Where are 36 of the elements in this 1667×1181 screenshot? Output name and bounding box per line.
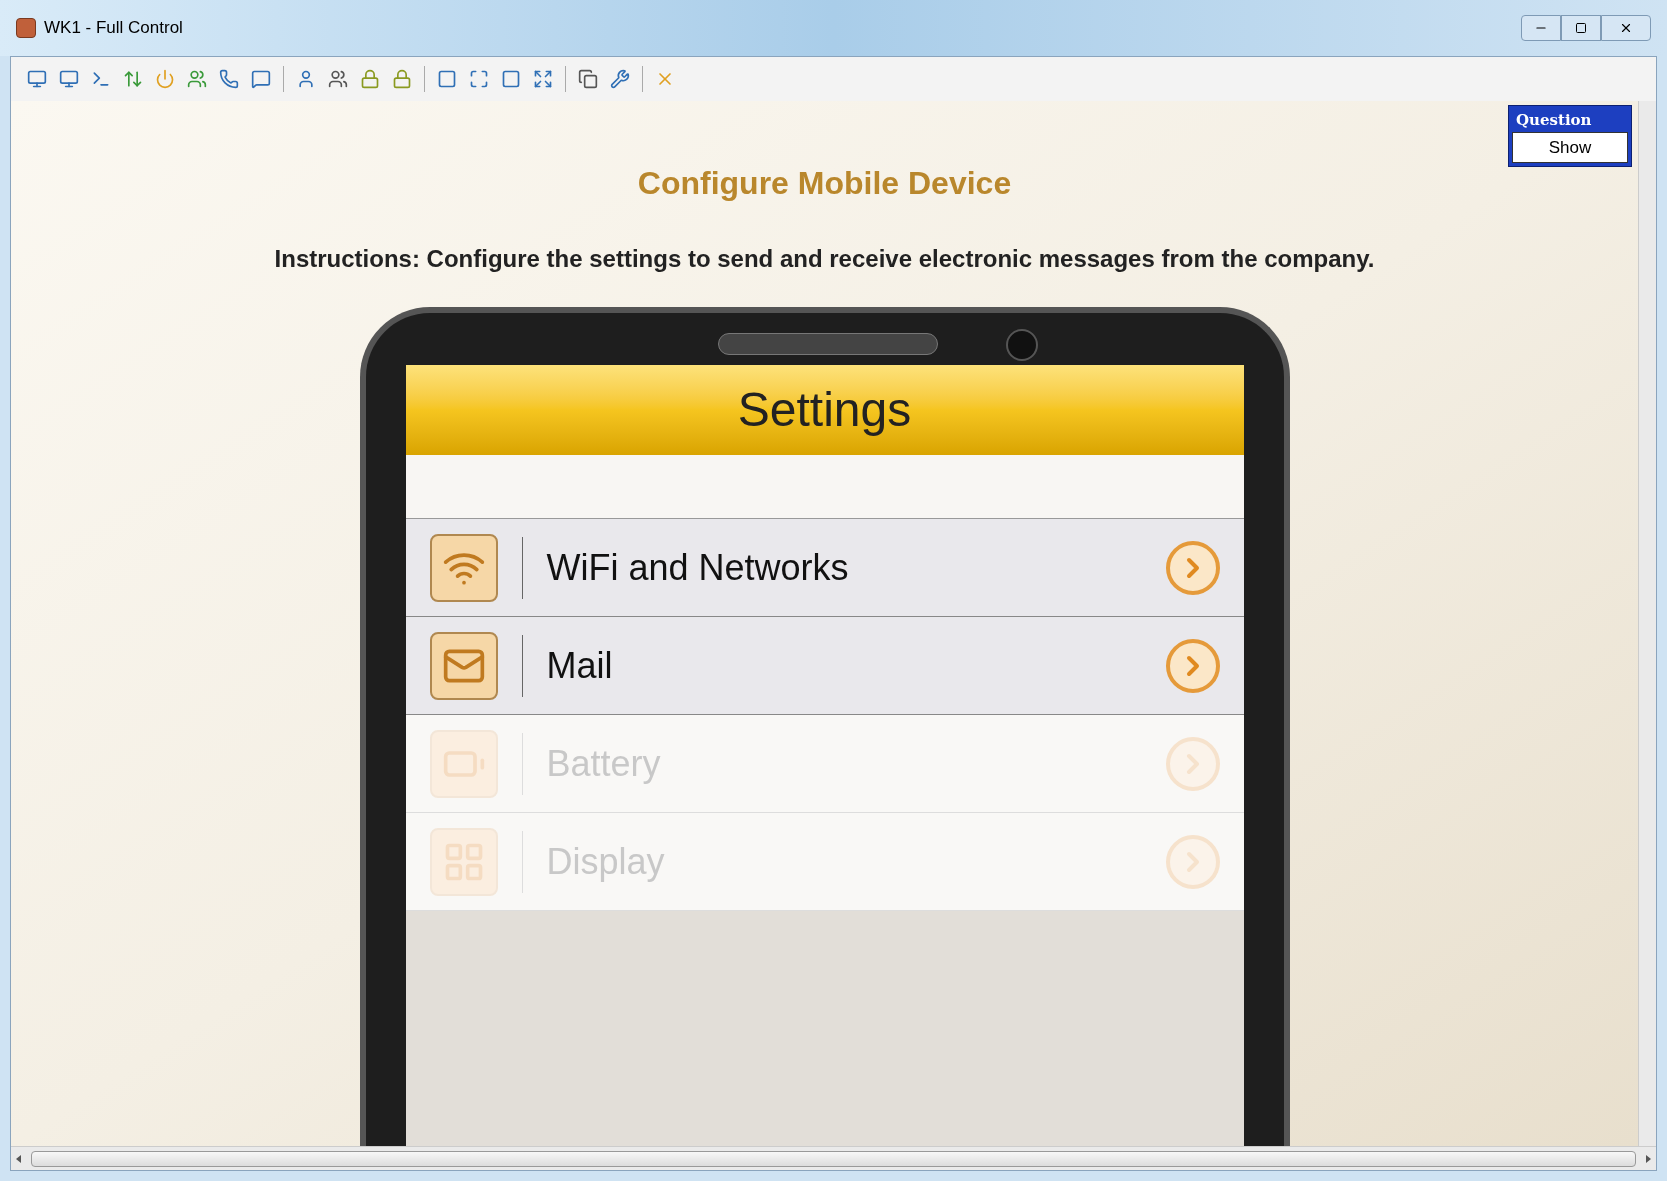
window-title: WK1 - Full Control [44, 17, 183, 40]
row-label: WiFi and Networks [546, 545, 850, 590]
left-arrow-icon [15, 1154, 23, 1163]
copy-icon [578, 69, 598, 89]
app-icon [16, 18, 36, 38]
row-label: Mail [546, 643, 614, 688]
maximize-icon [1575, 22, 1587, 34]
phone-icon [219, 69, 239, 89]
settings-row[interactable]: Mail [405, 617, 1244, 715]
tools-icon [610, 69, 630, 89]
monitor-icon [59, 69, 79, 89]
window-icon [501, 69, 521, 89]
page-title: Configure Mobile Device [637, 164, 1012, 203]
instructions-text: Instructions: Configure the settings to send and receive electronic messages from the company. [274, 244, 1375, 274]
settings-row[interactable]: WiFi and Networks [405, 519, 1244, 617]
expand-icon [533, 69, 553, 89]
show-button[interactable]: Show [1512, 131, 1628, 163]
chat-icon [251, 69, 271, 89]
settings-header: Settings [737, 382, 912, 438]
right-arrow-icon [1644, 1154, 1652, 1163]
maximize-button[interactable] [1561, 15, 1601, 41]
lock-icon [360, 69, 380, 89]
scrollbar-thumb[interactable] [31, 1150, 1636, 1167]
users-icon [187, 69, 207, 89]
terminal-icon [91, 69, 111, 89]
user-icon [296, 69, 316, 89]
power-icon [155, 69, 175, 89]
users-icon [328, 69, 348, 89]
close-icon [1619, 21, 1633, 35]
fullscreen-icon [469, 69, 489, 89]
arrows-icon [123, 69, 143, 89]
camera-lens [1005, 329, 1038, 361]
question-title: Question [1515, 110, 1593, 131]
window-icon [437, 69, 457, 89]
monitor-icon [27, 69, 47, 89]
lock-icon [392, 69, 412, 89]
